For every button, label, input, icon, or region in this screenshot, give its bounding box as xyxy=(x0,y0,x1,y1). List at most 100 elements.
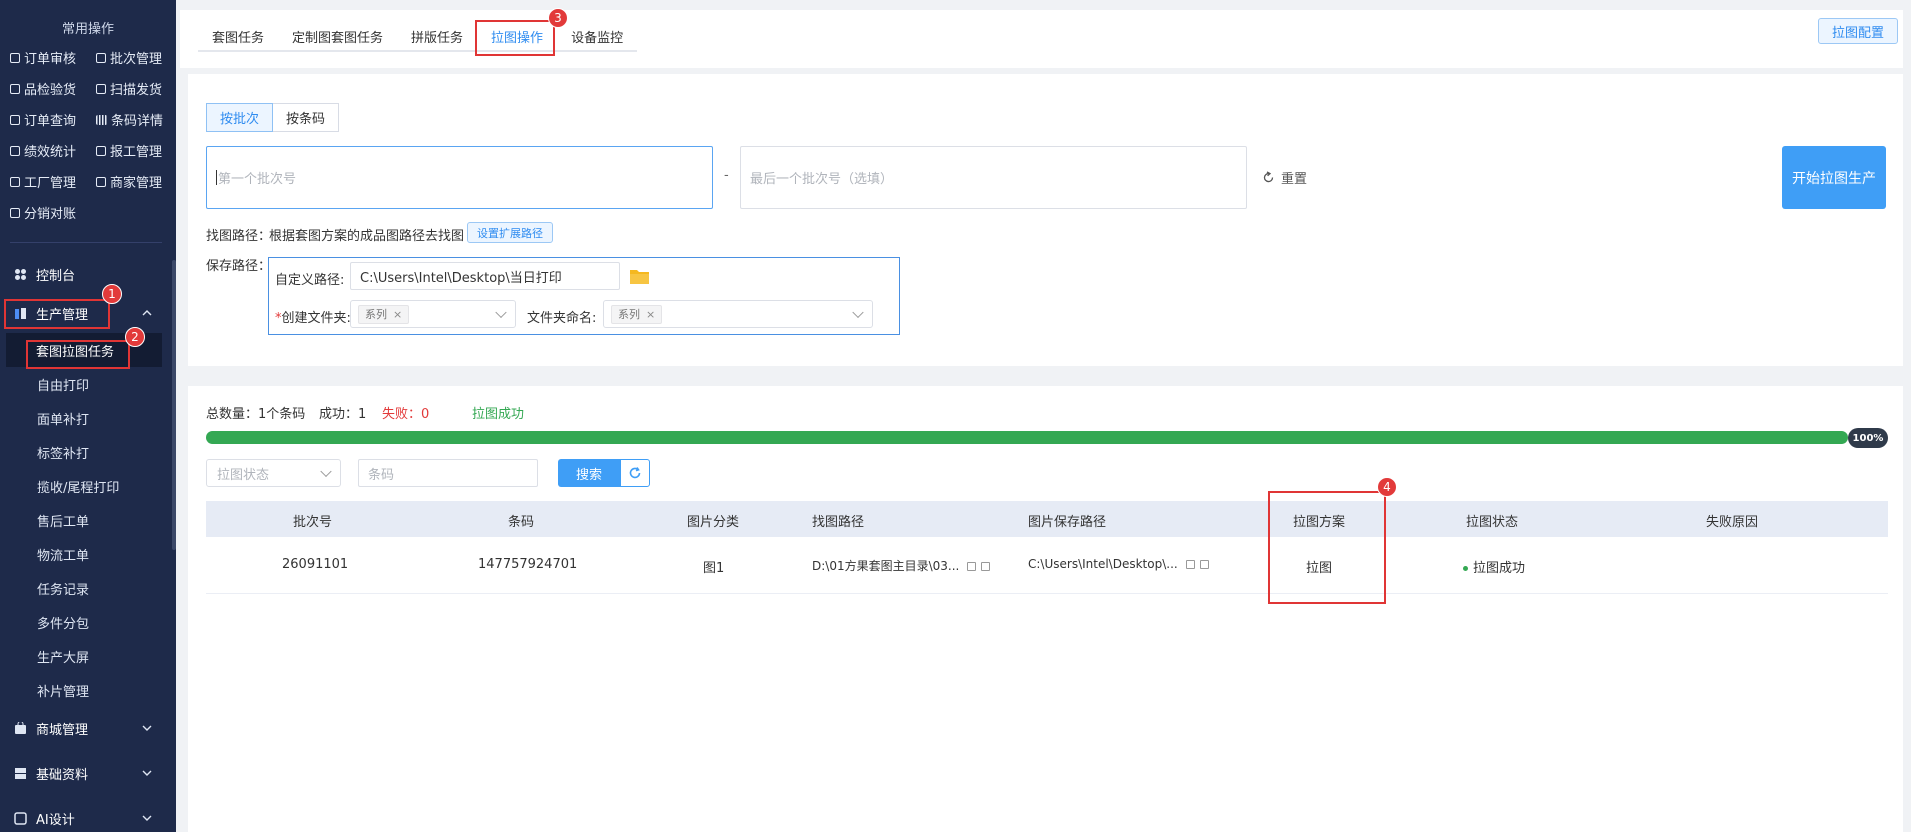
set-extended-path-button[interactable]: 设置扩展路径 xyxy=(467,222,553,243)
cell-barcode: 147757924701 xyxy=(478,557,578,572)
menu-basic[interactable]: 基础资料 xyxy=(0,754,176,793)
refresh-icon xyxy=(629,467,641,479)
check-square-icon xyxy=(10,83,20,94)
quick-order-query[interactable]: 订单查询 xyxy=(10,104,96,135)
find-path-label: 找图路径： xyxy=(206,229,272,244)
open-folder-icon[interactable] xyxy=(1199,560,1209,569)
custom-path-input[interactable]: C:\Users\Intel\Desktop\当日打印 xyxy=(350,262,620,290)
cell-plan: 拉图 xyxy=(1306,561,1333,576)
submenu-label-reprint[interactable]: 标签补打 xyxy=(0,435,176,469)
submenu-patch-manage[interactable]: 补片管理 xyxy=(0,673,176,707)
submenu-pickup-print[interactable]: 揽收/尾程打印 xyxy=(0,469,176,503)
tab-bar: 套图任务 定制图套图任务 拼版任务 拉图操作 设备监控 xyxy=(198,22,638,52)
stat-result: 拉图成功 xyxy=(472,407,525,422)
submenu-task-records[interactable]: 任务记录 xyxy=(0,571,176,605)
copy-icon[interactable] xyxy=(967,562,977,571)
submenu-logistics[interactable]: 物流工单 xyxy=(0,537,176,571)
mode-by-batch-button[interactable]: 按批次 xyxy=(206,103,274,132)
pull-config-button[interactable]: 拉图配置 xyxy=(1818,18,1898,44)
barcode-icon xyxy=(96,114,107,125)
th-plan: 拉图方案 xyxy=(1293,515,1346,530)
annotation-badge-2: 2 xyxy=(125,327,145,347)
quick-ops-title: 常用操作 xyxy=(61,22,114,37)
progress-bar xyxy=(206,431,1848,444)
sidebar-scrollbar[interactable] xyxy=(172,260,176,550)
progress-label: 100% xyxy=(1848,428,1888,448)
production-icon xyxy=(14,307,27,320)
tab-pull-operation[interactable]: 拉图操作 xyxy=(477,22,557,50)
scan-icon xyxy=(96,83,106,94)
submenu-production-screen[interactable]: 生产大屏 xyxy=(0,639,176,673)
submenu-aftersale[interactable]: 售后工单 xyxy=(0,503,176,537)
tab-custom-set-task[interactable]: 定制图套图任务 xyxy=(278,22,397,50)
dashboard-icon xyxy=(14,268,27,281)
quick-factory[interactable]: 工厂管理 xyxy=(10,166,96,197)
copy-icon[interactable] xyxy=(1185,560,1195,569)
stat-total: 总数量：1个条码 xyxy=(206,407,306,422)
annotation-badge-1: 1 xyxy=(102,284,122,304)
quick-merchant[interactable]: 商家管理 xyxy=(96,166,176,197)
barcode-filter-input[interactable]: 条码 xyxy=(358,459,538,487)
tab-device-monitor[interactable]: 设备监控 xyxy=(557,22,637,50)
folder-name-label: 文件夹命名: xyxy=(527,311,597,326)
chevron-up-icon xyxy=(142,310,152,316)
refresh-button[interactable] xyxy=(620,459,650,487)
check-square-icon xyxy=(10,176,20,187)
open-folder-icon[interactable] xyxy=(981,562,991,571)
menu-production[interactable]: 生产管理 xyxy=(0,294,176,333)
th-category: 图片分类 xyxy=(687,515,740,530)
quick-order-review[interactable]: 订单审核 xyxy=(10,42,96,73)
stat-fail: 失败：0 xyxy=(382,407,430,422)
check-square-icon xyxy=(96,176,106,187)
database-icon xyxy=(14,767,27,780)
quick-distribution[interactable]: 分销对账 xyxy=(10,197,96,228)
quick-performance[interactable]: 绩效统计 xyxy=(10,135,96,166)
result-card xyxy=(188,386,1903,832)
chevron-down-icon xyxy=(142,770,152,776)
th-save-path: 图片保存路径 xyxy=(1028,515,1107,530)
cell-status: 拉图成功 xyxy=(1463,557,1525,576)
range-dash: - xyxy=(724,168,729,183)
folder-icon[interactable] xyxy=(629,268,650,289)
mode-by-barcode-button[interactable]: 按条码 xyxy=(273,103,340,132)
submenu-waybill-reprint[interactable]: 面单补打 xyxy=(0,401,176,435)
table-header: 批次号 条码 图片分类 找图路径 图片保存路径 拉图方案 拉图状态 失败原因 xyxy=(206,501,1888,537)
batch-start-input[interactable]: 第一个批次号 xyxy=(206,146,713,209)
batch-icon xyxy=(96,52,106,63)
menu-ai-design[interactable]: AI设计 xyxy=(0,799,176,832)
batch-end-input[interactable]: 最后一个批次号（选填） xyxy=(740,146,1247,209)
shop-icon xyxy=(14,722,27,735)
create-folder-tag: 系列 × xyxy=(358,304,410,324)
tab-layout-task[interactable]: 拼版任务 xyxy=(397,22,477,50)
cell-category: 图1 xyxy=(703,561,725,576)
progress-fill xyxy=(206,431,1848,444)
tag-close-icon[interactable]: × xyxy=(646,308,655,321)
start-pull-button[interactable]: 开始拉图生产 xyxy=(1782,146,1886,209)
submenu-free-print[interactable]: 自由打印 xyxy=(0,367,176,401)
tag-close-icon[interactable]: × xyxy=(393,308,402,321)
quick-scan-ship[interactable]: 扫描发货 xyxy=(96,73,176,104)
quick-batch-manage[interactable]: 批次管理 xyxy=(96,42,176,73)
create-folder-select[interactable]: 系列 × xyxy=(350,300,516,328)
sidebar: 常用操作 订单审核 批次管理 品检验货 扫描发货 订单查询 条码详情 绩效统计 … xyxy=(0,0,176,832)
check-square-icon xyxy=(10,207,20,218)
reset-button[interactable]: 重置 xyxy=(1262,168,1307,187)
folder-name-tag: 系列 × xyxy=(611,304,663,324)
quick-ops-grid: 订单审核 批次管理 品检验货 扫描发货 订单查询 条码详情 绩效统计 报工管理 … xyxy=(0,42,176,228)
order-icon xyxy=(10,114,20,125)
th-reason: 失败原因 xyxy=(1706,515,1759,530)
folder-name-select[interactable]: 系列 × xyxy=(603,300,873,328)
chevron-down-icon xyxy=(142,725,152,731)
quick-work-report[interactable]: 报工管理 xyxy=(96,135,176,166)
menu-mall[interactable]: 商城管理 xyxy=(0,709,176,748)
submenu-multi-package[interactable]: 多件分包 xyxy=(0,605,176,639)
stat-success: 成功：1 xyxy=(319,407,367,422)
tab-set-task[interactable]: 套图任务 xyxy=(198,22,278,50)
chevron-down-icon xyxy=(852,306,864,319)
status-filter-select[interactable]: 拉图状态 xyxy=(206,459,341,487)
quick-barcode-detail[interactable]: 条码详情 xyxy=(96,104,176,135)
table-row[interactable]: 26091101 147757924701 图1 D:\01方果套图主目录\03… xyxy=(206,537,1888,594)
menu-dashboard[interactable]: 控制台 xyxy=(0,255,176,294)
search-button[interactable]: 搜索 xyxy=(558,459,620,487)
quick-quality-check[interactable]: 品检验货 xyxy=(10,73,96,104)
